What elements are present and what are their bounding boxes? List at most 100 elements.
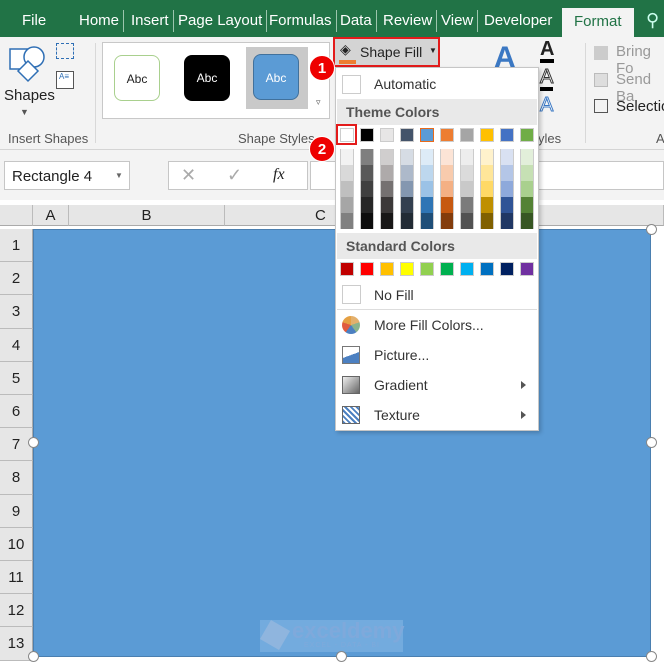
resize-handle[interactable] [646, 224, 657, 235]
theme-shade-swatch[interactable] [440, 165, 454, 181]
menu-item-automatic[interactable]: Automatic [336, 69, 538, 99]
text-box-icon[interactable]: A≡ [56, 71, 74, 89]
menu-item-texture[interactable]: Texture [336, 400, 538, 430]
theme-shade-swatch[interactable] [440, 181, 454, 197]
row-header-9[interactable]: 9 [0, 494, 33, 528]
tab-formulas[interactable]: Formulas [265, 10, 337, 32]
theme-shade-swatch[interactable] [440, 149, 454, 165]
enter-icon[interactable]: ✓ [227, 165, 242, 186]
lightbulb-icon[interactable]: ⚲ [646, 10, 659, 31]
name-box[interactable]: Rectangle 4 ▼ [4, 161, 130, 190]
theme-shade-swatch[interactable] [380, 149, 394, 165]
theme-shade-swatch[interactable] [420, 165, 434, 181]
insert-function-icon[interactable]: fx [273, 166, 285, 184]
standard-color-swatch[interactable] [520, 262, 534, 276]
theme-shade-swatch[interactable] [460, 197, 474, 213]
theme-shade-swatch[interactable] [480, 197, 494, 213]
shape-fill-button[interactable]: ◈ Shape Fill ▼ [333, 37, 440, 67]
resize-handle[interactable] [646, 651, 657, 662]
row-header-5[interactable]: 5 [0, 361, 33, 395]
theme-shade-swatch[interactable] [400, 213, 414, 229]
menu-item-no-fill[interactable]: No Fill [336, 280, 538, 310]
column-header-b[interactable]: B [69, 205, 225, 226]
theme-shade-swatch[interactable] [520, 165, 534, 181]
row-header-4[interactable]: 4 [0, 328, 33, 362]
edit-shape-icon[interactable] [56, 43, 74, 59]
theme-shade-swatch[interactable] [340, 149, 354, 165]
theme-shade-swatch[interactable] [360, 165, 374, 181]
standard-color-swatch[interactable] [500, 262, 514, 276]
theme-shade-swatch[interactable] [460, 149, 474, 165]
theme-shade-swatch[interactable] [520, 197, 534, 213]
theme-shade-swatch[interactable] [500, 213, 514, 229]
standard-color-swatch[interactable] [440, 262, 454, 276]
style-sample-selected[interactable]: Abc [246, 47, 308, 109]
theme-shade-swatch[interactable] [520, 149, 534, 165]
selection-pane-button[interactable]: Selectio [616, 98, 664, 115]
theme-shade-swatch[interactable] [500, 165, 514, 181]
theme-shade-swatch[interactable] [340, 197, 354, 213]
theme-shade-swatch[interactable] [460, 181, 474, 197]
row-header-10[interactable]: 10 [0, 527, 33, 561]
chevron-down-icon[interactable]: ▼ [115, 171, 123, 180]
select-all-button[interactable] [0, 205, 33, 226]
tab-format[interactable]: Format [562, 8, 634, 37]
row-header-1[interactable]: 1 [0, 229, 33, 263]
theme-shade-swatch[interactable] [440, 213, 454, 229]
theme-shade-swatch[interactable] [480, 149, 494, 165]
row-header-6[interactable]: 6 [0, 395, 33, 429]
theme-shade-swatch[interactable] [480, 213, 494, 229]
text-fill-icon[interactable]: A [540, 39, 555, 63]
theme-shade-swatch[interactable] [460, 165, 474, 181]
standard-color-swatch[interactable] [420, 262, 434, 276]
resize-handle[interactable] [28, 651, 39, 662]
theme-shade-swatch[interactable] [400, 165, 414, 181]
theme-shade-swatch[interactable] [520, 213, 534, 229]
theme-shade-swatch[interactable] [420, 213, 434, 229]
theme-color-swatch[interactable] [480, 128, 494, 142]
theme-color-swatch[interactable] [380, 128, 394, 142]
theme-shade-swatch[interactable] [480, 165, 494, 181]
menu-item-gradient[interactable]: Gradient [336, 370, 538, 400]
standard-color-swatch[interactable] [340, 262, 354, 276]
theme-shade-swatch[interactable] [420, 197, 434, 213]
theme-color-swatch[interactable] [500, 128, 514, 142]
theme-color-swatch[interactable] [360, 128, 374, 142]
theme-color-swatch[interactable] [400, 128, 414, 142]
row-header-8[interactable]: 8 [0, 461, 33, 495]
theme-shade-swatch[interactable] [380, 213, 394, 229]
theme-shade-swatch[interactable] [380, 165, 394, 181]
resize-handle[interactable] [646, 437, 657, 448]
standard-color-swatch[interactable] [460, 262, 474, 276]
row-header-2[interactable]: 2 [0, 262, 33, 296]
tab-page-layout[interactable]: Page Layout [174, 10, 268, 32]
tab-home[interactable]: Home [75, 10, 125, 32]
shapes-icon[interactable] [8, 43, 48, 83]
standard-color-swatch[interactable] [360, 262, 374, 276]
row-header-3[interactable]: 3 [0, 295, 33, 329]
theme-shade-swatch[interactable] [400, 181, 414, 197]
menu-item-picture[interactable]: Picture... [336, 340, 538, 370]
tab-data[interactable]: Data [336, 10, 377, 32]
theme-shade-swatch[interactable] [500, 149, 514, 165]
theme-shade-swatch[interactable] [500, 181, 514, 197]
theme-shade-swatch[interactable] [520, 181, 534, 197]
row-header-11[interactable]: 11 [0, 561, 33, 595]
text-effects-icon[interactable]: A [539, 95, 553, 116]
shapes-button[interactable]: Shapes [4, 87, 55, 104]
theme-shade-swatch[interactable] [340, 181, 354, 197]
standard-color-swatch[interactable] [480, 262, 494, 276]
theme-color-swatch[interactable] [420, 128, 434, 142]
theme-shade-swatch[interactable] [460, 213, 474, 229]
theme-shade-swatch[interactable] [340, 165, 354, 181]
theme-shade-swatch[interactable] [360, 181, 374, 197]
style-sample[interactable]: Abc [184, 55, 230, 101]
menu-item-more-fill-colors[interactable]: More Fill Colors... [336, 310, 538, 340]
theme-color-swatch[interactable] [460, 128, 474, 142]
theme-shade-swatch[interactable] [380, 197, 394, 213]
text-outline-icon[interactable]: A [539, 67, 554, 91]
row-header-12[interactable]: 12 [0, 594, 33, 628]
cancel-icon[interactable]: ✕ [181, 165, 196, 186]
style-sample[interactable]: Abc [114, 55, 160, 101]
column-header-a[interactable]: A [33, 205, 69, 226]
